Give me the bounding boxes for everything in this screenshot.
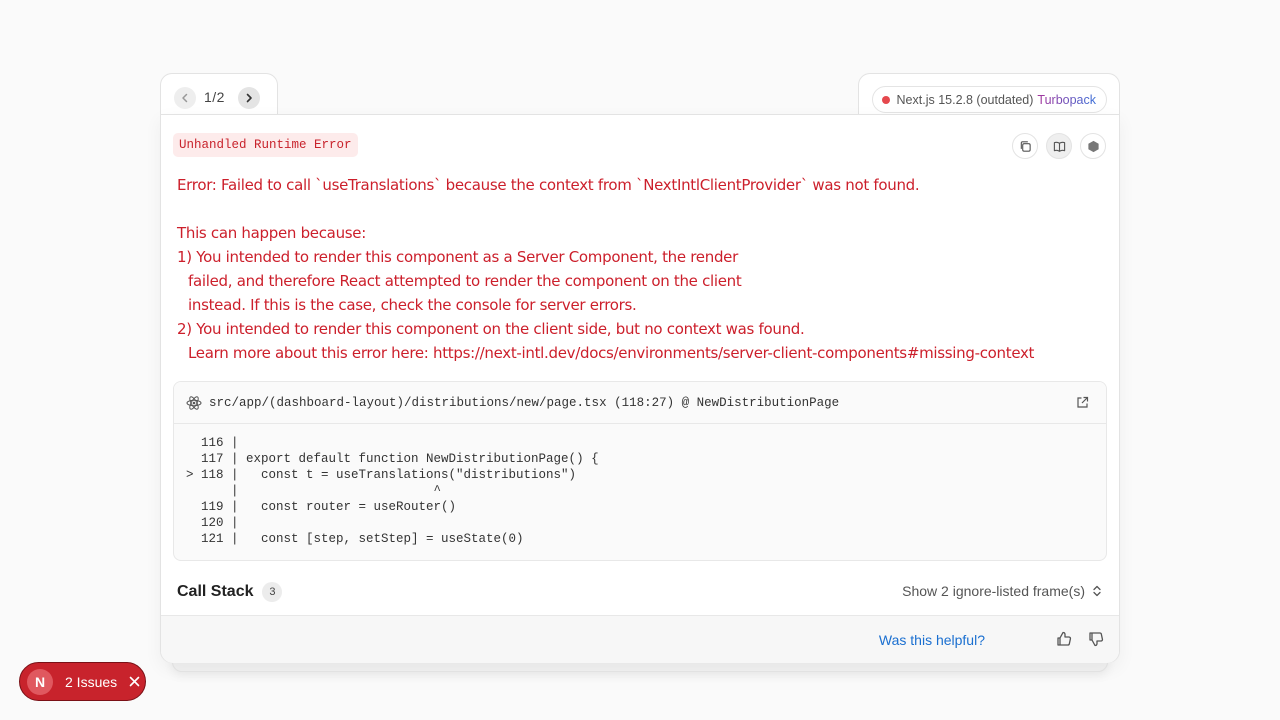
book-icon xyxy=(1053,141,1065,152)
copy-icon xyxy=(1020,140,1031,152)
error-message-line xyxy=(177,197,1097,221)
issues-count-label: 2 Issues xyxy=(65,673,118,690)
code-line: 121 | const [step, setStep] = useState(0… xyxy=(186,532,524,546)
error-message-line: failed, and therefore React attempted to… xyxy=(188,272,742,290)
code-frame: src/app/(dashboard-layout)/distributions… xyxy=(173,381,1107,561)
source-file-path: src/app/(dashboard-layout)/distributions… xyxy=(209,395,840,410)
code-frame-header: src/app/(dashboard-layout)/distributions… xyxy=(174,382,1106,424)
code-line: | ^ xyxy=(186,484,442,498)
code-snippet: 116 | 117 | export default function NewD… xyxy=(174,424,1106,558)
error-type-badge: Unhandled Runtime Error xyxy=(173,133,358,157)
error-message-line: Learn more about this error here: https:… xyxy=(188,344,1035,362)
version-tab: Next.js 15.2.8 (outdated) Turbopack xyxy=(858,73,1120,115)
thumbs-up-icon[interactable] xyxy=(1055,630,1073,648)
bundler-label: Turbopack xyxy=(1037,92,1096,107)
nextjs-logo: N xyxy=(27,668,53,695)
issues-badge[interactable]: N 2 Issues xyxy=(19,662,146,701)
version-badge[interactable]: Next.js 15.2.8 (outdated) Turbopack xyxy=(871,86,1107,113)
status-dot-icon xyxy=(881,96,890,104)
code-line: > 118 | const t = useTranslations("distr… xyxy=(186,468,577,482)
feedback-footer: Was this helpful? xyxy=(161,615,1119,663)
call-stack-count: 3 xyxy=(262,582,283,602)
chevron-up-down-icon xyxy=(1093,585,1101,597)
code-line: 120 | xyxy=(186,516,239,530)
call-stack-title: Call Stack xyxy=(177,583,254,600)
node-inspector-button[interactable] xyxy=(1080,133,1106,159)
code-line: 117 | export default function NewDistrib… xyxy=(186,452,599,466)
version-label: Next.js 15.2.8 (outdated) xyxy=(896,92,1034,107)
error-card: Unhandled Runtime Error Error: Failed to… xyxy=(160,114,1120,663)
open-in-editor-icon[interactable] xyxy=(1076,396,1089,409)
error-message: Error: Failed to call `useTranslations` … xyxy=(177,173,1097,365)
code-line: 116 | xyxy=(186,436,239,450)
chevron-right-icon xyxy=(246,93,252,103)
call-stack-header: Call Stack 3 xyxy=(177,582,283,602)
thumbs-down-icon[interactable] xyxy=(1087,630,1105,648)
chevron-left-icon xyxy=(182,93,188,103)
show-ignored-frames-button[interactable]: Show 2 ignore-listed frame(s) xyxy=(902,583,1103,599)
next-error-button[interactable] xyxy=(238,87,260,109)
nodejs-icon xyxy=(1087,140,1099,152)
error-message-line: 2) You intended to render this component… xyxy=(177,320,805,338)
error-message-line: instead. If this is the case, check the … xyxy=(188,296,637,314)
close-icon[interactable] xyxy=(129,676,140,687)
show-ignored-frames-label: Show 2 ignore-listed frame(s) xyxy=(902,583,1085,599)
error-overlay: 1/2 Next.js 15.2.8 (outdated) Turbopack … xyxy=(160,73,1120,672)
error-message-line: Error: Failed to call `useTranslations` … xyxy=(177,176,920,194)
previous-error-button[interactable] xyxy=(174,87,196,109)
copy-error-button[interactable] xyxy=(1012,133,1038,159)
docs-button[interactable] xyxy=(1046,133,1072,159)
error-message-line: This can happen because: xyxy=(177,224,366,242)
page-indicator: 1/2 xyxy=(204,89,225,105)
react-icon xyxy=(186,395,202,410)
feedback-label: Was this helpful? xyxy=(878,632,985,648)
code-line: 119 | const router = useRouter() xyxy=(186,500,457,514)
error-message-line: 1) You intended to render this component… xyxy=(177,248,738,266)
pagination-tab: 1/2 xyxy=(160,73,278,115)
